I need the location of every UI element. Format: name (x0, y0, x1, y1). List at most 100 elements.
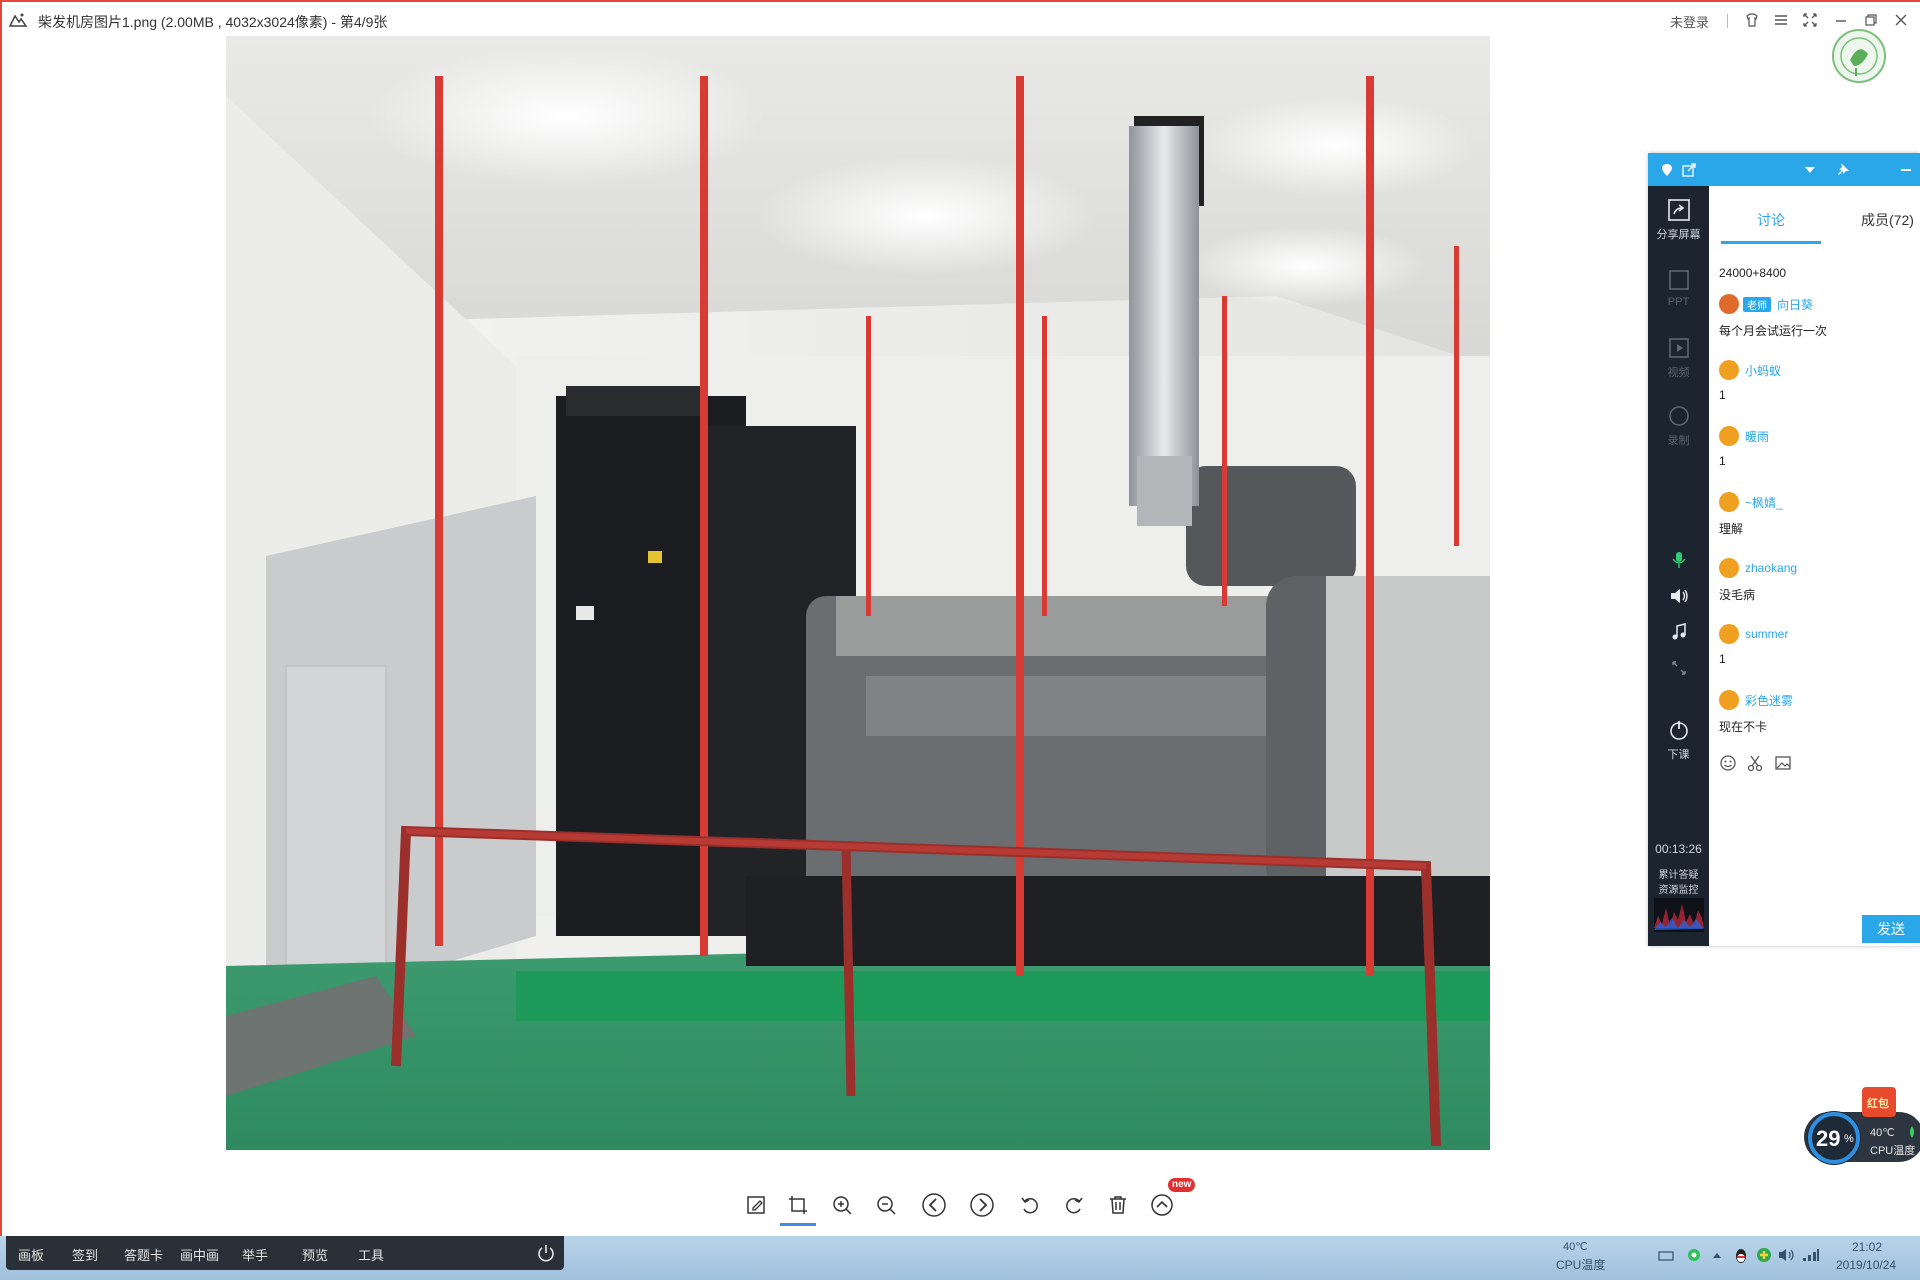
clock-time[interactable]: 21:02 (1852, 1240, 1882, 1254)
message-sender: ~枫婧_ (1719, 492, 1783, 512)
fullscreen-icon[interactable] (1800, 10, 1820, 30)
image-viewer-app-icon (8, 13, 28, 27)
sender-name[interactable]: zhaokang (1745, 561, 1797, 575)
record-button[interactable]: 录制 (1648, 402, 1709, 448)
cpu-usage-unit: % (1844, 1133, 1854, 1145)
classroom-tools-bar: 画板 签到 答题卡 画中画 举手 预览 工具 (6, 1236, 564, 1270)
rotate-left-icon[interactable] (1012, 1187, 1048, 1223)
tool-picture-in-picture[interactable]: 画中画 (180, 1245, 219, 1264)
generator-room-photo (226, 36, 1490, 1150)
tool-sign-in[interactable]: 签到 (72, 1245, 98, 1264)
new-badge: new (1168, 1178, 1196, 1192)
window-title: 柴发机房图片1.png (2.00MB , 4032x3024像素) - 第4/… (38, 14, 388, 30)
resource-monitor-label: 资源监控 (1658, 885, 1699, 896)
microphone-icon[interactable] (1648, 546, 1709, 576)
delete-icon[interactable] (1100, 1187, 1136, 1223)
message-text: 每个月会试运行一次 (1719, 324, 1828, 338)
tray-expand-icon[interactable] (1712, 1251, 1722, 1259)
popout-icon[interactable] (1682, 163, 1696, 177)
cumulative-label: 累计答疑 (1658, 870, 1699, 881)
sender-name[interactable]: 彩色迷雾 (1745, 694, 1793, 708)
share-screen-label: 分享屏幕 (1656, 229, 1701, 241)
title-bar: 柴发机房图片1.png (2.00MB , 4032x3024像素) - 第4/… (0, 2, 1920, 38)
input-toolbar (1719, 754, 1792, 775)
location-icon[interactable] (1660, 163, 1674, 177)
login-status[interactable]: 未登录 (1670, 12, 1709, 31)
red-packet-label: 红包 (1867, 1098, 1889, 1110)
avatar (1719, 492, 1739, 512)
speaker-icon[interactable] (1648, 582, 1709, 612)
end-class-label: 下课 (1667, 749, 1690, 761)
tool-drawing-board[interactable]: 画板 (18, 1245, 44, 1264)
video-label: 视频 (1667, 367, 1690, 379)
red-packet-badge[interactable]: 红包 (1862, 1087, 1896, 1117)
more-icon[interactable] (1144, 1187, 1180, 1223)
resource-graph (1654, 898, 1704, 932)
crop-icon[interactable] (780, 1187, 816, 1226)
message-sender: zhaokang (1719, 558, 1797, 578)
tool-raise-hand[interactable]: 举手 (242, 1245, 268, 1264)
cpu-temp-value: 40℃ (1870, 1127, 1895, 1139)
tool-answer-card[interactable]: 答题卡 (124, 1245, 163, 1264)
message-sender: 老师 向日葵 (1719, 294, 1813, 314)
title-separator (1727, 14, 1728, 28)
rotate-right-icon[interactable] (1056, 1187, 1092, 1223)
classroom-chat-panel: 分享屏幕 PPT 视频 录制 下课 00:13:26 累计答疑 资源监控 讨论 … (1648, 153, 1920, 946)
emoji-icon[interactable] (1719, 754, 1737, 772)
message-text: 现在不卡 (1719, 720, 1768, 734)
pin-icon[interactable] (1836, 162, 1850, 176)
edit-icon[interactable] (738, 1187, 774, 1223)
next-icon[interactable] (964, 1187, 1000, 1223)
chevron-down-icon[interactable] (1804, 165, 1816, 175)
record-label: 录制 (1667, 435, 1690, 447)
qq-icon[interactable] (1733, 1247, 1749, 1265)
ppt-button[interactable]: PPT (1648, 266, 1709, 308)
clock-date[interactable]: 2019/10/24 (1836, 1258, 1896, 1272)
tray-cpu-temp: 40℃ (1563, 1241, 1588, 1253)
sender-name[interactable]: 向日葵 (1777, 298, 1813, 312)
network-icon[interactable] (1802, 1248, 1820, 1262)
cpu-temp-label: CPU温度 (1870, 1145, 1916, 1157)
message-text: 1 (1719, 388, 1726, 402)
sender-name[interactable]: summer (1745, 627, 1788, 641)
avatar (1719, 294, 1739, 314)
panel-sidebar: 分享屏幕 PPT 视频 录制 下课 00:13:26 累计答疑 资源监控 (1648, 186, 1709, 946)
send-button[interactable]: 发送 (1862, 915, 1920, 943)
tool-preview[interactable]: 预览 (302, 1245, 328, 1264)
panel-minimize-icon[interactable] (1900, 168, 1912, 172)
sender-name[interactable]: 小蚂蚁 (1745, 364, 1781, 378)
music-icon[interactable] (1648, 618, 1709, 648)
avatar (1719, 690, 1739, 710)
chat-main: 讨论 成员(72) 24000+8400 老师 向日葵 每个月会试运行一次 小蚂蚁… (1709, 186, 1920, 946)
keyboard-icon[interactable] (1658, 1250, 1674, 1262)
window-border-left (0, 0, 2, 1240)
volume-icon[interactable] (1778, 1248, 1796, 1262)
message-text: 没毛病 (1719, 588, 1756, 602)
active-tab-indicator (1721, 241, 1821, 244)
scissors-icon[interactable] (1746, 754, 1764, 772)
power-icon[interactable] (536, 1243, 556, 1263)
cpu-monitor-widget[interactable]: 29 % 40℃ CPU温度 (1804, 1108, 1920, 1180)
zoom-out-icon[interactable] (868, 1187, 904, 1223)
tray-app-icon[interactable] (1686, 1247, 1702, 1263)
watermark-logo (1832, 29, 1886, 83)
tab-discuss[interactable]: 讨论 (1757, 210, 1785, 230)
message-text: 1 (1719, 454, 1726, 468)
sender-name[interactable]: ~枫婧_ (1745, 496, 1783, 510)
end-class-button[interactable]: 下课 (1648, 716, 1709, 762)
close-icon[interactable] (1891, 10, 1911, 30)
security-icon[interactable] (1756, 1247, 1772, 1263)
expand-icon[interactable] (1648, 654, 1709, 684)
zoom-in-icon[interactable] (824, 1187, 860, 1223)
share-screen-button[interactable]: 分享屏幕 (1648, 196, 1709, 242)
tray-cpu-label: CPU温度 (1556, 1258, 1606, 1272)
skin-icon[interactable] (1742, 10, 1762, 30)
tab-members[interactable]: 成员(72) (1861, 210, 1914, 230)
image-icon[interactable] (1774, 754, 1792, 772)
sender-name[interactable]: 暖雨 (1745, 430, 1769, 444)
class-timer: 00:13:26 (1655, 842, 1702, 856)
tool-tools[interactable]: 工具 (358, 1245, 384, 1264)
menu-icon[interactable] (1771, 10, 1791, 30)
video-button[interactable]: 视频 (1648, 334, 1709, 380)
previous-icon[interactable] (916, 1187, 952, 1223)
